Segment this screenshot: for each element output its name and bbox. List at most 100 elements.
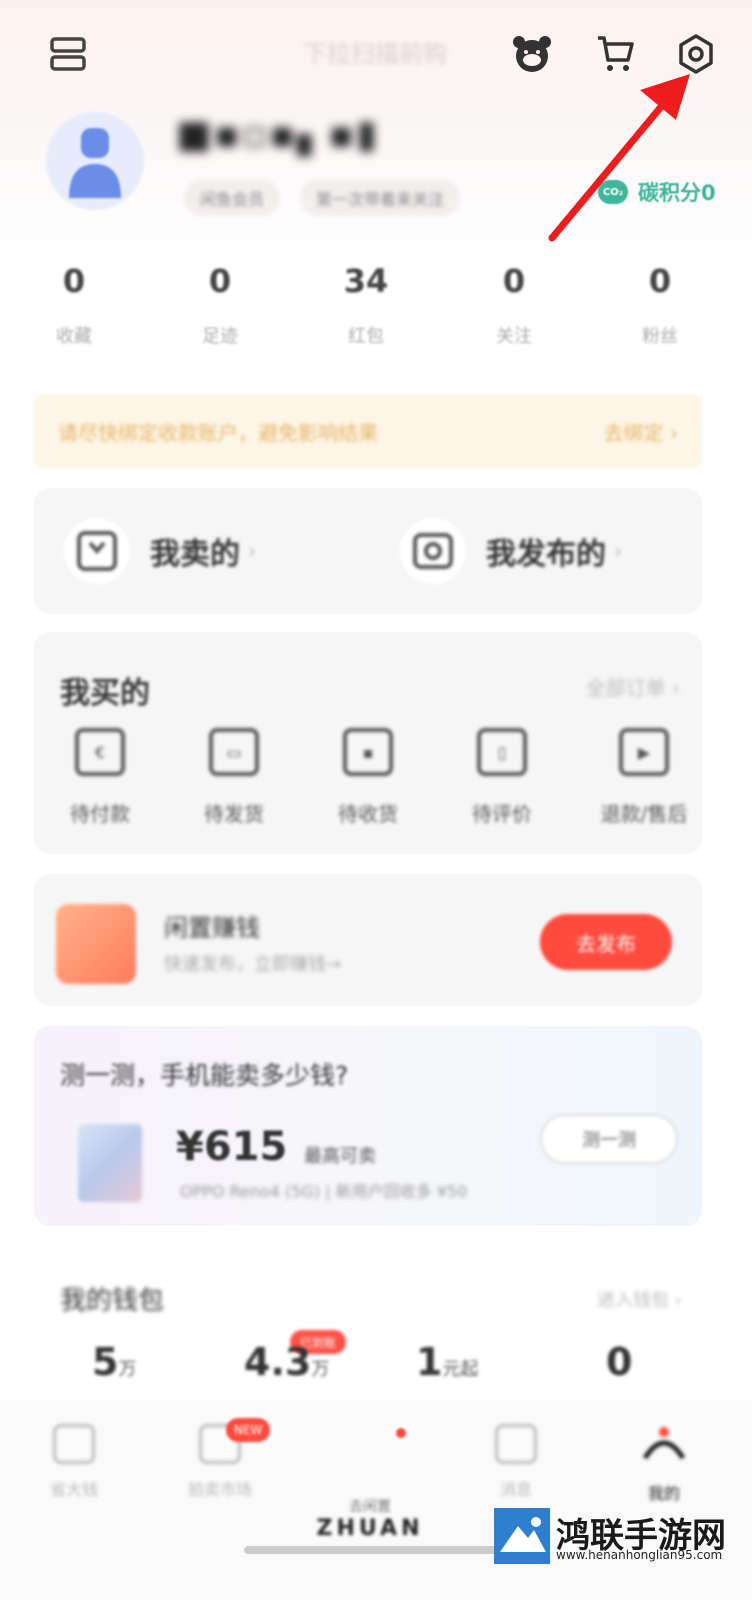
chevron-right-icon: › — [614, 539, 622, 563]
settings-icon[interactable] — [668, 26, 724, 82]
stat-label: 足迹 — [202, 326, 238, 347]
chat-icon — [495, 1424, 537, 1464]
phone-estimate-card: 测一测，手机能卖多少钱? ¥615 最高可卖 OPPO Reno4 (5G) |… — [34, 1026, 702, 1226]
truck-icon: ▪ — [343, 728, 393, 776]
zhuan-logo: ZHUAN — [316, 1516, 424, 1541]
all-orders-link[interactable]: 全部订单 › — [586, 672, 680, 701]
sell-card: 我卖的 › 我发布的 › — [34, 488, 702, 614]
wallet-number: 1 — [416, 1340, 443, 1384]
order-label: 待发货 — [204, 802, 264, 826]
phone-image — [78, 1124, 142, 1202]
leaf-icon: CO₂ — [598, 180, 628, 204]
estimate-price: ¥615 — [176, 1124, 288, 1170]
stat-value: 0 — [648, 262, 672, 300]
wallet-number: 4.3 — [244, 1340, 312, 1384]
stat-label: 红包 — [348, 326, 384, 347]
stat-label: 收藏 — [56, 326, 92, 347]
wallet-link[interactable]: 进入钱包 › — [597, 1286, 682, 1312]
comment-icon: ▯ — [477, 728, 527, 776]
order-refund[interactable]: ▶ 退款/售后 — [586, 728, 702, 827]
publish-button[interactable]: 去发布 — [540, 914, 672, 970]
order-pending-receipt[interactable]: ▪ 待收货 — [318, 728, 418, 827]
camera-icon — [400, 518, 466, 584]
bought-title: 我买的 — [60, 676, 150, 711]
idle-subtitle: 快速发布，立即赚钱→ — [164, 954, 342, 975]
wallet-number: 5 — [92, 1340, 119, 1384]
order-label: 待收货 — [338, 802, 398, 826]
order-pending-shipment[interactable]: ▭ 待发货 — [184, 728, 284, 827]
stat-following[interactable]: 0 关注 — [464, 262, 564, 348]
box-icon: ▭ — [209, 728, 259, 776]
home-indicator[interactable] — [244, 1546, 508, 1554]
wallet-icon: € — [75, 728, 125, 776]
bought-card: 我买的 全部订单 › € 待付款 ▭ 待发货 ▪ 待收货 ▯ 待评价 ▶ 退款/… — [34, 632, 702, 854]
stat-label: 关注 — [496, 326, 532, 347]
banner-link[interactable]: 去绑定 › — [604, 417, 678, 446]
profile-page: 下拉扫描前购 ■▪▫▪▖▪▮ 闲鱼会员 第一次带着来关注 CO₂ 碳积分0 0 … — [0, 0, 752, 1600]
wallet-title: 我的钱包 — [60, 1286, 165, 1316]
estimate-button[interactable]: 测一测 — [540, 1114, 678, 1164]
chevron-right-icon: › — [248, 539, 256, 563]
cart-icon[interactable] — [588, 26, 644, 82]
wallet-number: 0 — [606, 1340, 633, 1384]
watermark-url: www.henanhonglian95.com — [556, 1548, 723, 1562]
order-label: 退款/售后 — [600, 802, 688, 826]
dot-indicator — [396, 1428, 406, 1438]
stat-favorites[interactable]: 0 收藏 — [24, 262, 124, 348]
price-note: 最高可卖 — [304, 1146, 376, 1167]
bind-account-banner[interactable]: 请尽快绑定收款账户，避免影响结果 去绑定 › — [34, 394, 702, 468]
idle-illustration — [56, 904, 136, 984]
stat-fans[interactable]: 0 粉丝 — [610, 262, 710, 348]
site-watermark: 鸿联手游网 www.henanhonglian95.com — [494, 1508, 738, 1564]
nav-label: 我的 — [647, 1484, 680, 1503]
stat-redpackets[interactable]: 34 红包 — [316, 262, 416, 348]
estimate-title: 测一测，手机能卖多少钱? — [60, 1061, 349, 1090]
nav-messages[interactable]: 消息 — [466, 1424, 566, 1500]
bear-service-icon[interactable] — [504, 26, 560, 82]
wallet-unit: 元起 — [442, 1359, 479, 1380]
banner-text: 请尽快绑定收款账户，避免影响结果 — [58, 420, 378, 445]
nav-label: 拍卖市场 — [187, 1480, 252, 1499]
avatar[interactable] — [46, 112, 144, 210]
sold-label: 我卖的 — [150, 537, 240, 572]
top-bar: 下拉扫描前购 — [0, 22, 752, 86]
stat-label: 粉丝 — [642, 326, 678, 347]
menu-icon[interactable] — [40, 26, 96, 82]
mine-icon — [642, 1427, 686, 1460]
phone-model: OPPO Reno4 (5G) | 新用户回收多 ¥50 — [180, 1182, 468, 1201]
center-label: 去闲置 — [349, 1499, 391, 1515]
username[interactable]: ■▪▫▪▖▪▮ — [176, 112, 379, 156]
topbar-hint: 下拉扫描前购 — [303, 40, 447, 68]
sold-entry[interactable]: 我卖的 › — [64, 518, 256, 584]
order-label: 待付款 — [70, 802, 130, 826]
stat-value: 0 — [502, 262, 526, 300]
wallet-value[interactable]: 0 — [606, 1340, 632, 1384]
center-sell-button[interactable]: 去闲置 ZHUAN — [300, 1496, 440, 1541]
published-entry[interactable]: 我发布的 › — [400, 518, 622, 584]
idle-money-card[interactable]: 闲置赚钱 快速发布，立即赚钱→ 去发布 — [34, 874, 702, 1006]
wallet-value[interactable]: 4.3万 — [244, 1340, 329, 1384]
nav-save-money[interactable]: 省大钱 — [24, 1424, 124, 1500]
sold-box-icon — [64, 518, 130, 584]
follow-chip[interactable]: 第一次带着来关注 — [300, 180, 461, 216]
stat-value: 0 — [208, 262, 232, 300]
wallet-unit: 万 — [311, 1359, 330, 1380]
nav-label: 消息 — [499, 1480, 532, 1499]
wallet-value[interactable]: 1元起 — [416, 1340, 478, 1384]
nav-badge: NEW — [226, 1418, 271, 1442]
order-label: 待评价 — [472, 802, 532, 826]
member-chip[interactable]: 闲鱼会员 — [184, 180, 281, 216]
carbon-points[interactable]: CO₂ 碳积分0 — [598, 174, 716, 210]
stat-value: 0 — [62, 262, 86, 300]
published-label: 我发布的 — [486, 537, 606, 572]
nav-mine[interactable]: 我的 — [614, 1424, 714, 1504]
stat-value: 34 — [343, 262, 389, 300]
watermark-logo — [494, 1508, 550, 1564]
refund-icon: ▶ — [619, 728, 669, 776]
dollar-icon — [53, 1424, 95, 1464]
order-pending-review[interactable]: ▯ 待评价 — [452, 728, 552, 827]
order-pending-payment[interactable]: € 待付款 — [50, 728, 150, 827]
carbon-label: 碳积分0 — [638, 181, 716, 205]
stat-footprints[interactable]: 0 足迹 — [170, 262, 270, 348]
wallet-value[interactable]: 5万 — [92, 1340, 136, 1384]
